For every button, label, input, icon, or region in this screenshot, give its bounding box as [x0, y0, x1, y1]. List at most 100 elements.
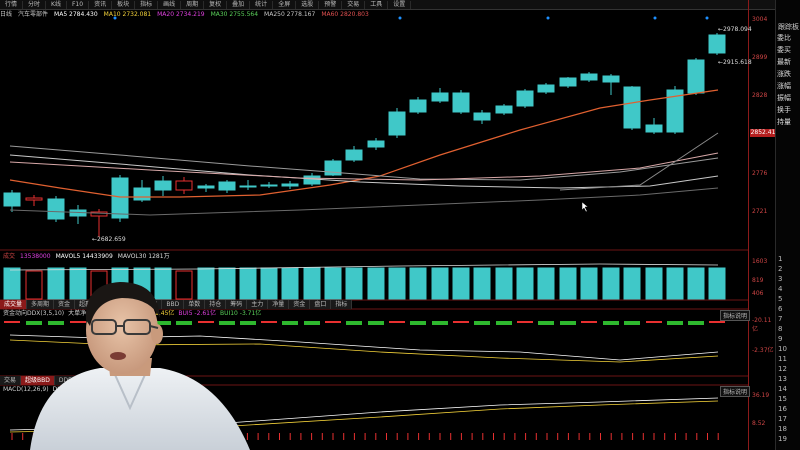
low-annotation: ←2682.659 [92, 236, 126, 243]
candle-body [537, 84, 555, 93]
volume-bar [602, 267, 620, 300]
ddx-bar [538, 321, 554, 325]
volume-bar [687, 267, 705, 300]
marker-dot [113, 16, 117, 20]
ddx-bar [709, 321, 725, 323]
axis-label: 36.19 [752, 392, 770, 399]
macd-help-button[interactable]: 指标说明 [720, 386, 751, 397]
row-number: 16 [778, 405, 787, 413]
volume-bar [580, 267, 598, 300]
candle-body [345, 149, 363, 161]
candle-body [154, 180, 172, 191]
volume-bar [409, 267, 427, 300]
ddx-bar [453, 321, 469, 323]
quote-field-label: 涨跌 [777, 70, 791, 78]
indicator-tab[interactable]: 净量 [268, 300, 290, 309]
close-annotation: ←2915.618 [718, 59, 752, 66]
candle-body [431, 92, 449, 102]
axis-label: 3004 [752, 16, 768, 23]
panel-title[interactable]: 跟踪板 [778, 22, 799, 32]
current-price-badge: 2852.41 [750, 129, 776, 137]
row-number: 8 [778, 325, 783, 333]
ddx-bar [560, 321, 576, 325]
marker-dot [653, 16, 657, 20]
ddx-help-button[interactable]: 指标说明 [720, 310, 751, 321]
price-axis: 3004 2899 2828 2776 2721 1603 819 406 -2… [748, 0, 776, 450]
axis-label: 8.52 [752, 420, 766, 427]
ddx-bar [517, 321, 533, 323]
ddx-bar [346, 321, 362, 325]
volume-bar [623, 267, 641, 300]
axis-label: -2.37亿 [752, 347, 774, 354]
quote-side-panel: 跟踪板 委比 委买 最新 涨跌 涨幅 振幅 换手 持量 1 2 3 4 5 6 7 8 9 10 11 12 13 14… [775, 0, 800, 450]
candle-body [388, 111, 406, 136]
candle-body [281, 183, 299, 187]
row-number: 7 [778, 315, 783, 323]
row-number: 13 [778, 375, 787, 383]
candle-body [409, 99, 427, 113]
candle-body [303, 175, 321, 185]
row-number: 5 [778, 295, 783, 303]
candle-body [708, 34, 726, 54]
volume-bar [708, 267, 726, 300]
volume-bar [303, 267, 321, 300]
ddx-bar [688, 321, 704, 325]
quote-field-label: 委比 [777, 34, 791, 42]
candle-body [239, 185, 257, 188]
ddx-bar [304, 321, 320, 325]
quote-field-label: 换手 [777, 106, 791, 114]
volume-value: MAVOL30 1281万 [117, 253, 170, 260]
candle-body [3, 192, 21, 207]
candle-body [25, 197, 43, 201]
volume-bar [495, 267, 513, 300]
candle-body [623, 86, 641, 129]
marker-dot [546, 16, 550, 20]
volume-bar [367, 267, 385, 300]
presenter-video [30, 282, 250, 450]
volume-bar [324, 267, 342, 300]
indicator-tab[interactable]: 资金 [289, 300, 311, 309]
ddx-bar [432, 321, 448, 325]
volume-bar [516, 267, 534, 300]
volume-bar [559, 267, 577, 300]
candle-body [452, 92, 470, 113]
row-number: 18 [778, 425, 787, 433]
ddx-bar [496, 321, 512, 325]
candle-body [687, 59, 705, 94]
high-annotation: ←2978.094 [718, 26, 752, 33]
ddx-bar [474, 321, 490, 325]
candle-body [645, 124, 663, 133]
axis-label: -20.11亿 [752, 317, 772, 333]
ddx-bar [624, 321, 640, 325]
row-number: 14 [778, 385, 787, 393]
candle-body [47, 198, 65, 220]
axis-label: 406 [752, 290, 764, 297]
candle-body [197, 185, 215, 189]
volume-bar [645, 267, 663, 300]
volume-bar [452, 267, 470, 300]
row-number: 11 [778, 355, 787, 363]
row-number: 4 [778, 285, 783, 293]
axis-label: 2721 [752, 208, 768, 215]
candle-body [367, 140, 385, 148]
row-number: 12 [778, 365, 787, 373]
marker-dot [398, 16, 402, 20]
volume-bar [537, 267, 555, 300]
quote-field-label: 最新 [777, 58, 791, 66]
candle-body [111, 177, 129, 219]
quote-field-label: 振幅 [777, 94, 791, 102]
ddx-bar [325, 321, 341, 323]
ddx-bar [603, 321, 619, 325]
indicator-tab[interactable]: 盘口 [310, 300, 332, 309]
row-number: 3 [778, 275, 783, 283]
volume-bar [345, 267, 363, 300]
quote-field-label: 涨幅 [777, 82, 791, 90]
indicator-tab[interactable]: 指标 [331, 300, 353, 309]
candle-body [516, 90, 534, 107]
row-number: 17 [778, 415, 787, 423]
volume-value: MAVOL5 14433909 [55, 253, 113, 260]
candle-body [260, 184, 278, 187]
ddx-bar [581, 321, 597, 323]
row-number: 9 [778, 335, 783, 343]
row-number: 1 [778, 255, 783, 263]
